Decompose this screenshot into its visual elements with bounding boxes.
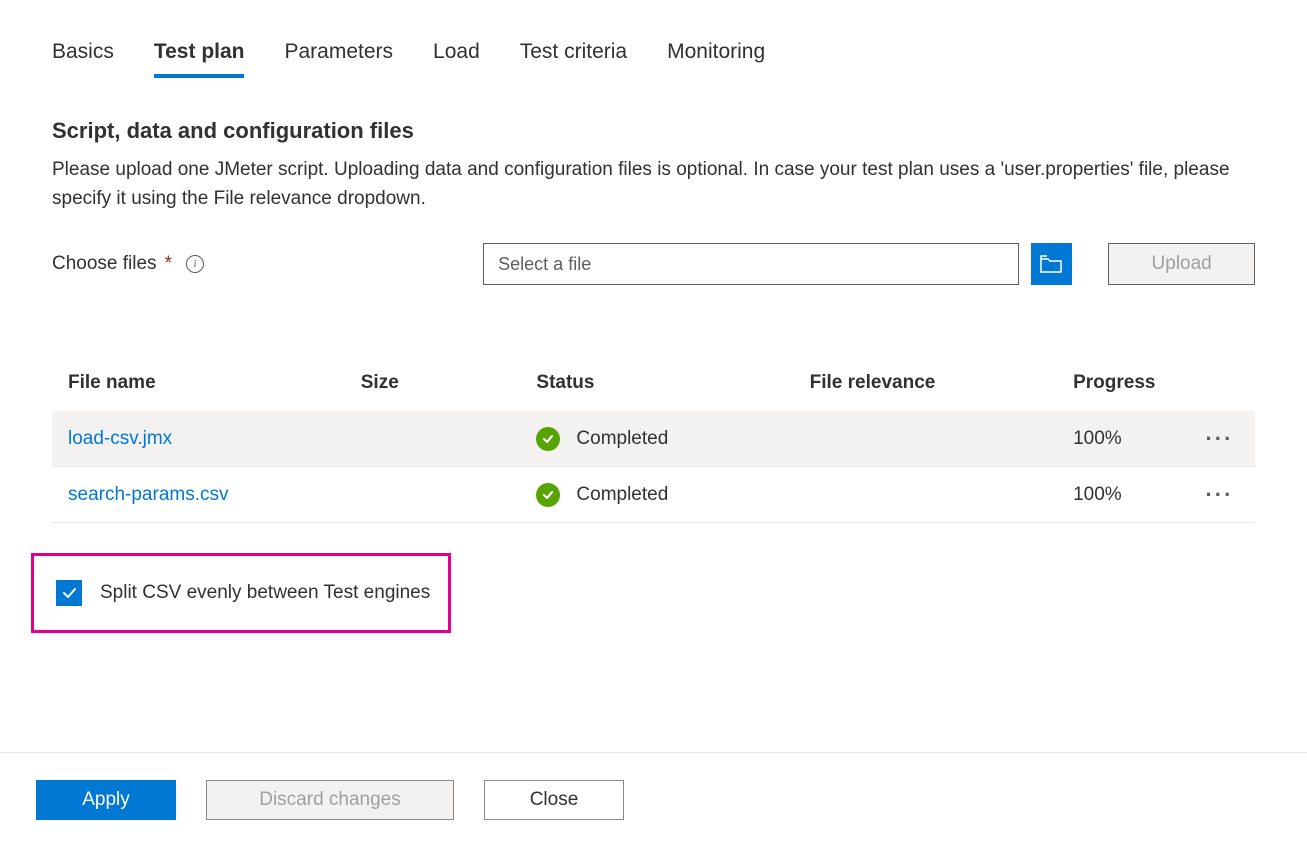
file-progress: 100% bbox=[1073, 484, 1200, 506]
apply-button[interactable]: Apply bbox=[36, 780, 176, 820]
success-icon bbox=[536, 427, 560, 451]
header-status[interactable]: Status bbox=[536, 372, 809, 394]
success-icon bbox=[536, 483, 560, 507]
split-csv-highlight: Split CSV evenly between Test engines bbox=[31, 553, 451, 633]
file-status: Completed bbox=[536, 427, 809, 451]
tab-parameters[interactable]: Parameters bbox=[284, 40, 393, 78]
file-select-input[interactable]: Select a file bbox=[483, 243, 1019, 285]
choose-files-row: Choose files * i Select a file Upload bbox=[52, 243, 1255, 285]
upload-button[interactable]: Upload bbox=[1108, 243, 1255, 285]
checkmark-icon bbox=[60, 584, 78, 602]
tab-load[interactable]: Load bbox=[433, 40, 480, 78]
table-row: search-params.csv Completed 100% ··· bbox=[52, 467, 1255, 523]
tab-monitoring[interactable]: Monitoring bbox=[667, 40, 765, 78]
footer-bar: Apply Discard changes Close bbox=[36, 780, 624, 820]
status-text: Completed bbox=[576, 428, 668, 450]
tab-basics[interactable]: Basics bbox=[52, 40, 114, 78]
info-icon[interactable]: i bbox=[186, 255, 204, 273]
discard-changes-button[interactable]: Discard changes bbox=[206, 780, 454, 820]
table-row: load-csv.jmx Completed 100% ··· bbox=[52, 411, 1255, 467]
file-progress: 100% bbox=[1073, 428, 1200, 450]
files-table: File name Size Status File relevance Pro… bbox=[0, 285, 1307, 523]
file-link[interactable]: load-csv.jmx bbox=[68, 428, 361, 450]
table-header-row: File name Size Status File relevance Pro… bbox=[52, 355, 1255, 411]
folder-icon bbox=[1040, 255, 1062, 273]
choose-files-label: Choose files * i bbox=[52, 253, 483, 275]
tab-bar: Basics Test plan Parameters Load Test cr… bbox=[0, 0, 1307, 78]
tab-test-plan[interactable]: Test plan bbox=[154, 40, 245, 78]
file-select-placeholder: Select a file bbox=[498, 254, 591, 275]
header-progress[interactable]: Progress bbox=[1073, 372, 1200, 394]
file-status: Completed bbox=[536, 483, 809, 507]
section-description: Please upload one JMeter script. Uploadi… bbox=[52, 156, 1255, 213]
choose-files-label-text: Choose files bbox=[52, 253, 157, 275]
section-title: Script, data and configuration files bbox=[52, 118, 1255, 144]
required-indicator: * bbox=[165, 253, 172, 275]
split-csv-label: Split CSV evenly between Test engines bbox=[100, 582, 430, 604]
tab-test-criteria[interactable]: Test criteria bbox=[520, 40, 627, 78]
split-csv-checkbox[interactable] bbox=[56, 580, 82, 606]
header-file-name[interactable]: File name bbox=[68, 372, 361, 394]
footer-divider bbox=[0, 752, 1307, 753]
status-text: Completed bbox=[576, 484, 668, 506]
close-button[interactable]: Close bbox=[484, 780, 624, 820]
header-file-relevance[interactable]: File relevance bbox=[810, 372, 1073, 394]
file-link[interactable]: search-params.csv bbox=[68, 484, 361, 506]
browse-button[interactable] bbox=[1031, 243, 1073, 285]
header-size[interactable]: Size bbox=[361, 372, 537, 394]
